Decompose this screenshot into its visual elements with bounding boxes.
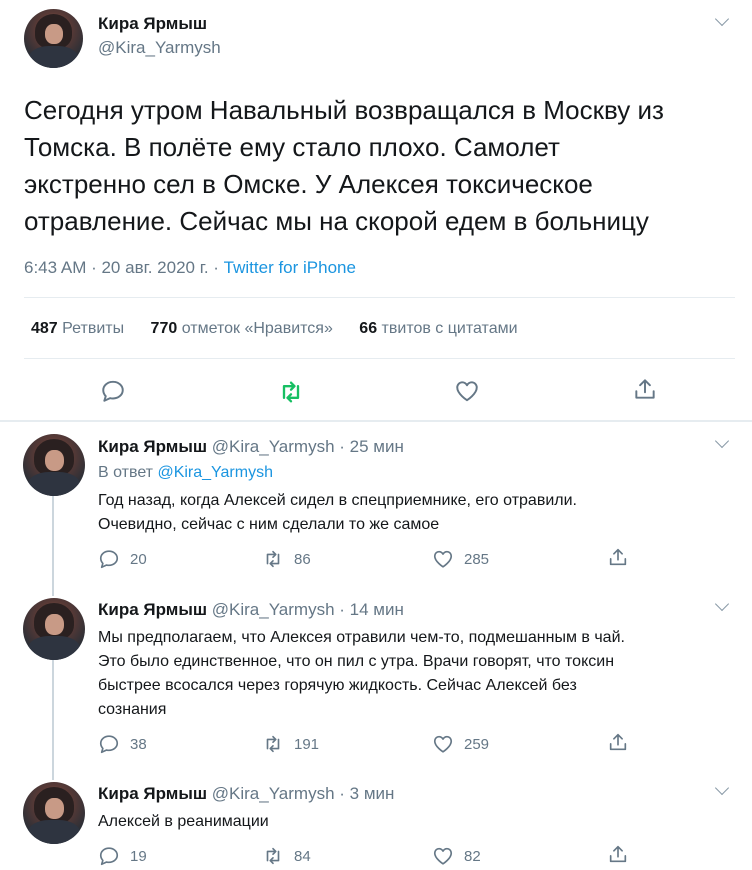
- like-icon: [456, 381, 478, 402]
- reply-to-handle[interactable]: @Kira_Yarmysh: [157, 464, 273, 481]
- thread-line: [52, 496, 54, 596]
- chevron-down-icon[interactable]: [714, 780, 730, 796]
- section-divider: [0, 420, 752, 422]
- stat-retweets[interactable]: 487 Ретвиты: [31, 320, 124, 337]
- stat-count: 770: [150, 320, 178, 337]
- chevron-down-icon[interactable]: [714, 596, 730, 612]
- author-handle[interactable]: @Kira_Yarmysh: [212, 784, 335, 803]
- reply-icon: [99, 847, 119, 866]
- reply-text-line: Алексей в реанимации: [98, 813, 269, 830]
- like-icon: [433, 735, 453, 753]
- stat-quotes[interactable]: 66 твитов с цитатами: [359, 320, 517, 337]
- chevron-down-icon[interactable]: [714, 11, 730, 27]
- stat-label: отметок «Нравится»: [181, 320, 333, 337]
- author-handle[interactable]: @Kira_Yarmysh: [212, 600, 335, 619]
- reply-icon: [102, 380, 124, 402]
- share-icon: [609, 548, 627, 566]
- thread-line: [52, 660, 54, 780]
- author-handle[interactable]: @Kira_Yarmysh: [212, 437, 335, 456]
- like-icon: [433, 550, 453, 568]
- reply-text: Год назад, когда Алексей сидел в спецпри…: [98, 489, 577, 537]
- like-count: 259: [464, 735, 490, 753]
- reply-time[interactable]: · 25 мин: [339, 437, 404, 456]
- tweet-text-line: Сегодня утром Навальный возвращался в Мо…: [24, 95, 664, 125]
- reply-text-line: Очевидно, сейчас с ним сделали то же сам…: [98, 516, 440, 533]
- author-name[interactable]: Кира Ярмыш: [98, 784, 207, 803]
- reply-time[interactable]: · 14 мин: [339, 600, 404, 619]
- reply-text: Алексей в реанимации: [98, 810, 269, 834]
- retweet-icon: [266, 847, 280, 865]
- reply-count: 19: [130, 847, 147, 865]
- tweet-text-line: Томска. В полёте ему стало плохо. Самоле…: [24, 132, 560, 162]
- reply-text-line: Это было единственное, что он пил с утра…: [98, 653, 615, 670]
- reply-to: В ответ @Kira_Yarmysh: [98, 464, 273, 482]
- retweet-button[interactable]: 86: [262, 548, 311, 570]
- share-button[interactable]: [607, 843, 629, 865]
- share-icon: [609, 845, 627, 863]
- reply-text-line: Мы предполагаем, что Алексея отравили че…: [98, 629, 625, 646]
- retweet-button[interactable]: [277, 378, 305, 406]
- retweet-icon: [266, 550, 280, 568]
- like-icon: [433, 847, 453, 865]
- reply-time[interactable]: · 3 мин: [339, 784, 394, 803]
- reply-text-line: Год назад, когда Алексей сидел в спецпри…: [98, 492, 577, 509]
- avatar[interactable]: [23, 598, 85, 660]
- retweet-icon: [266, 735, 280, 753]
- like-button[interactable]: [454, 378, 480, 404]
- tweet-timestamp-row: 6:43 AM · 20 авг. 2020 г. · Twitter for …: [24, 258, 356, 278]
- reply-header: Кира Ярмыш @Kira_Yarmysh · 14 мин: [98, 600, 404, 620]
- reply-text: Мы предполагаем, что Алексея отравили че…: [98, 626, 625, 722]
- reply-header: Кира Ярмыш @Kira_Yarmysh · 3 мин: [98, 784, 394, 804]
- share-button[interactable]: [632, 376, 658, 402]
- stat-likes[interactable]: 770 отметок «Нравится»: [151, 320, 333, 337]
- reply-to-prefix: В ответ: [98, 464, 158, 481]
- stat-label: Ретвиты: [62, 320, 125, 337]
- author-name[interactable]: Кира Ярмыш: [98, 437, 207, 456]
- share-button[interactable]: [607, 731, 629, 753]
- tweet-text-line: экстренно сел в Омске. У Алексея токсиче…: [24, 169, 593, 199]
- share-button[interactable]: [607, 546, 629, 568]
- reply-button[interactable]: [100, 378, 126, 404]
- like-button[interactable]: 82: [432, 845, 481, 867]
- reply-button[interactable]: 20: [98, 548, 147, 570]
- chevron-down-icon[interactable]: [714, 433, 730, 449]
- reply-button[interactable]: 19: [98, 845, 147, 867]
- tweet-text-line: отравление. Сейчас мы на скорой едем в б…: [24, 206, 649, 236]
- share-icon: [635, 379, 655, 399]
- avatar[interactable]: [24, 9, 83, 68]
- stat-count: 66: [359, 320, 378, 337]
- tweet-source[interactable]: Twitter for iPhone: [224, 258, 356, 277]
- tweet-time[interactable]: 6:43 AM · 20 авг. 2020 г. ·: [24, 258, 224, 277]
- like-button[interactable]: 259: [432, 733, 489, 755]
- like-button[interactable]: 285: [432, 548, 489, 570]
- like-count: 82: [464, 847, 481, 865]
- like-count: 285: [464, 550, 490, 568]
- author-name[interactable]: Кира Ярмыш: [98, 14, 207, 34]
- reply-text-line: сознания: [98, 701, 167, 718]
- divider: [24, 358, 735, 359]
- retweet-button[interactable]: 191: [262, 733, 319, 755]
- reply-text-line: быстрее всосался через горячую жидкость.…: [98, 677, 577, 694]
- stat-label: твитов с цитатами: [381, 320, 518, 337]
- tweet-text: Сегодня утром Навальный возвращался в Мо…: [24, 92, 664, 240]
- divider: [24, 297, 735, 298]
- reply-header: Кира Ярмыш @Kira_Yarmysh · 25 мин: [98, 437, 404, 457]
- avatar[interactable]: [23, 434, 85, 496]
- stat-count: 487: [31, 320, 58, 337]
- retweet-count: 86: [294, 550, 311, 568]
- reply-button[interactable]: 38: [98, 733, 147, 755]
- tweet-stats: 487 Ретвиты 770 отметок «Нравится» 66 тв…: [31, 320, 518, 338]
- reply-icon: [99, 550, 119, 569]
- reply-count: 38: [130, 735, 147, 753]
- retweet-button[interactable]: 84: [262, 845, 311, 867]
- retweet-icon: [282, 381, 300, 403]
- reply-icon: [99, 735, 119, 754]
- retweet-count: 84: [294, 847, 311, 865]
- author-handle[interactable]: @Kira_Yarmysh: [98, 38, 221, 58]
- retweet-count: 191: [294, 735, 320, 753]
- share-icon: [609, 733, 627, 751]
- avatar[interactable]: [23, 782, 85, 844]
- reply-count: 20: [130, 550, 147, 568]
- author-name[interactable]: Кира Ярмыш: [98, 600, 207, 619]
